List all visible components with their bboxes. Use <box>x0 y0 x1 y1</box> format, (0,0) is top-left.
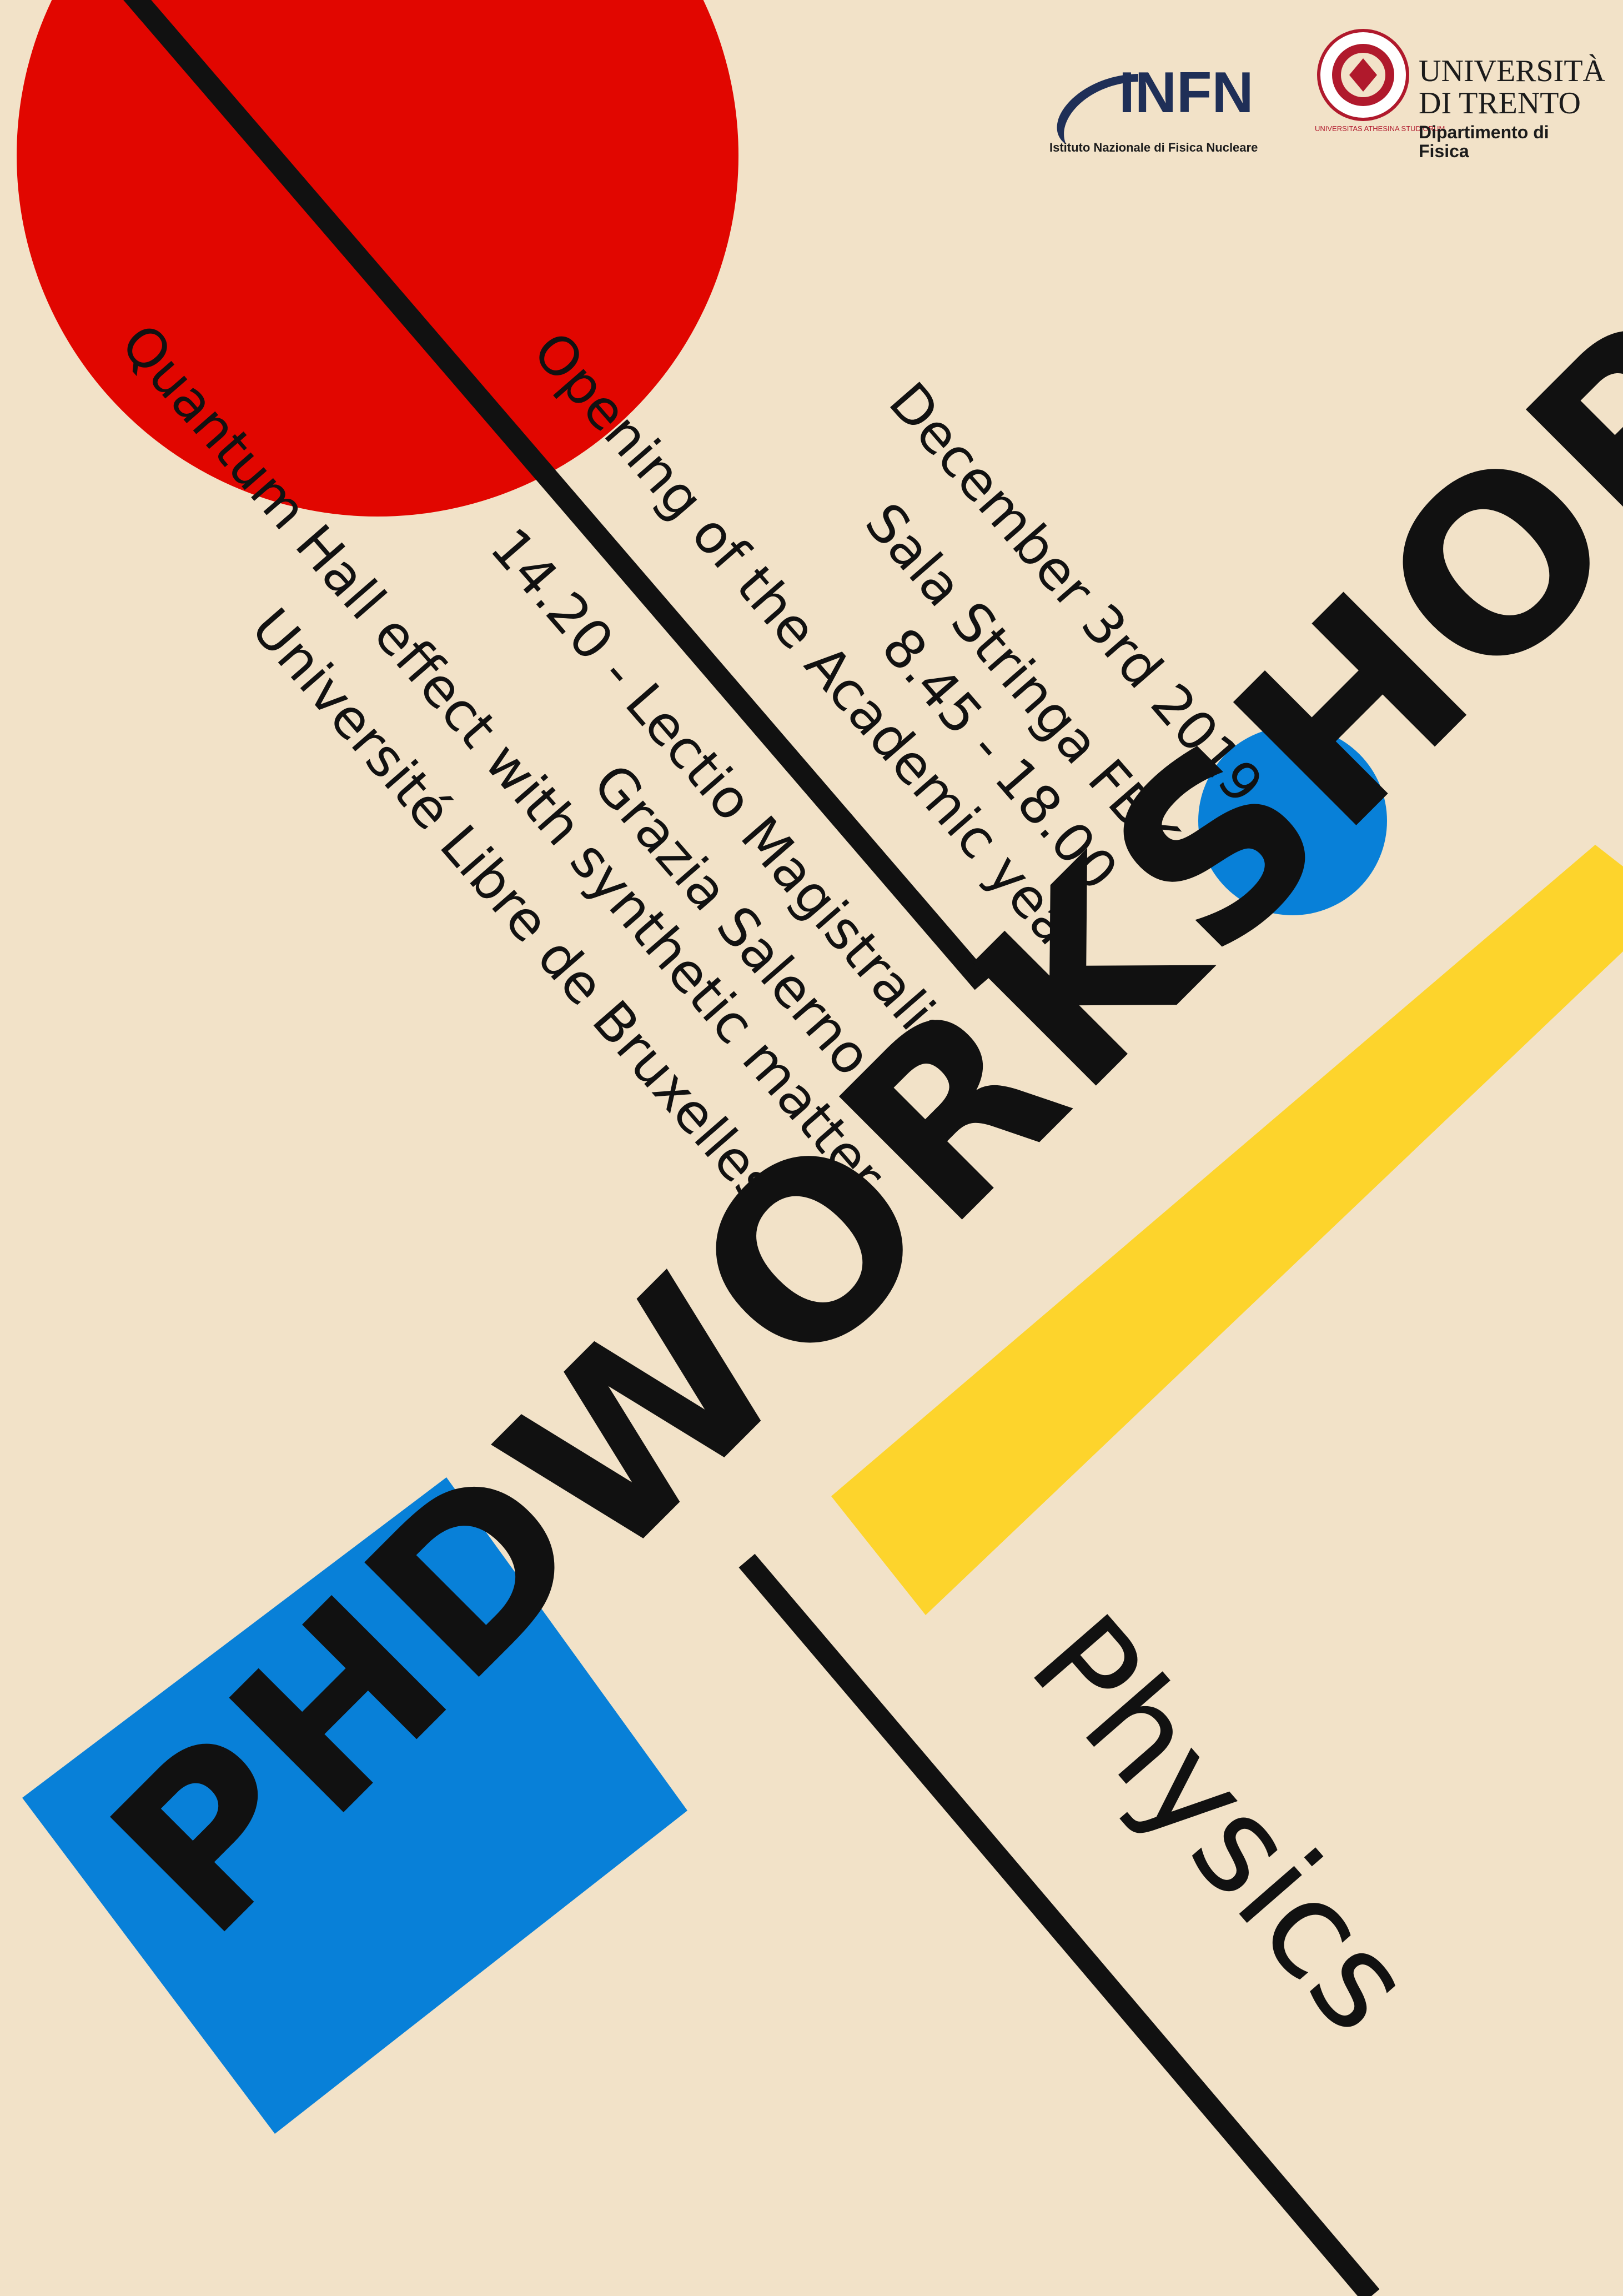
unitn-logo: UNIVERSITAS ATHESINA STUDIORUM UNIVERSIT… <box>1315 28 1605 172</box>
infn-full-name: Istituto Nazionale di Fisica Nucleare <box>1049 141 1258 154</box>
seal-caption: UNIVERSITAS ATHESINA STUDIORUM <box>1315 124 1445 133</box>
poster: INFN Istituto Nazionale di Fisica Nuclea… <box>0 0 1623 2296</box>
university-seal-icon <box>1317 29 1409 121</box>
department-line1: Dipartimento di <box>1419 122 1549 142</box>
department-line2: Fisica <box>1419 141 1469 161</box>
infn-short: INFN <box>1119 61 1254 125</box>
unitn-name-line1: UNIVERSITÀ <box>1419 54 1605 88</box>
unitn-name-line2: DI TRENTO <box>1419 86 1581 121</box>
infn-logo: INFN Istituto Nazionale di Fisica Nuclea… <box>1044 53 1277 169</box>
